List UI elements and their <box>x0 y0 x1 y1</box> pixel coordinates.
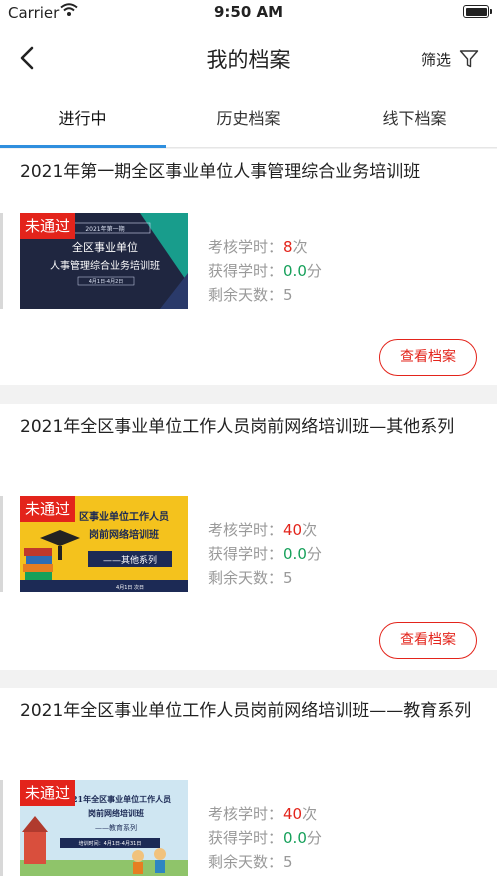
list-item: 2021年第一期全区事业单位人事管理综合业务培训班 2021年第一期 全区事业单… <box>0 149 497 385</box>
status-bar: Carrier 9:50 AM <box>0 0 497 26</box>
earned-hours-value: 0.0 <box>283 545 307 563</box>
earned-hours-unit: 分 <box>306 829 322 847</box>
remaining-days-label: 剩余天数： <box>208 853 284 871</box>
archive-list[interactable]: 2021年第一期全区事业单位人事管理综合业务培训班 2021年第一期 全区事业单… <box>0 149 497 883</box>
required-hours-label: 考核学时： <box>208 805 284 823</box>
clock: 9:50 AM <box>213 3 284 21</box>
view-archive-button[interactable]: 查看档案 <box>379 622 477 659</box>
required-hours-unit: 次 <box>292 238 308 256</box>
tab-bar: 进行中 历史档案 线下档案 <box>0 90 497 148</box>
filter-button[interactable]: 筛选 <box>421 46 479 72</box>
status-badge: 未通过 <box>20 496 76 522</box>
course-title: 2021年全区事业单位工作人员岗前网络培训班—其他系列 <box>20 417 455 437</box>
required-hours-value: 40 <box>283 521 303 539</box>
course-title: 2021年第一期全区事业单位人事管理综合业务培训班 <box>20 162 421 182</box>
thumb-line: ——其他系列 <box>103 554 157 566</box>
earned-hours-label: 获得学时： <box>208 545 284 563</box>
earned-hours-unit: 分 <box>306 545 322 563</box>
thumb-line: 2021年全区事业单位工作人员 <box>61 794 171 804</box>
course-thumbnail[interactable]: 区事业单位工作人员 岗前网络培训班 ——其他系列 4月1日 次日 未通过 <box>20 496 188 592</box>
status-badge: 未通过 <box>20 213 76 239</box>
required-hours-value: 40 <box>283 805 303 823</box>
remaining-days-label: 剩余天数： <box>208 286 284 304</box>
course-thumbnail[interactable]: 2021年全区事业单位工作人员 岗前网络培训班 ——教育系列 培训时间：4月1日… <box>20 780 188 876</box>
study-stats: 考核学时：40次 获得学时：0.0分 剩余天数：5 <box>208 802 322 874</box>
view-archive-button[interactable]: 查看档案 <box>379 339 477 376</box>
remaining-days-value: 5 <box>283 286 293 304</box>
thumb-line: 全区事业单位 <box>72 240 138 254</box>
divider <box>0 213 3 309</box>
thumb-line: ——教育系列 <box>95 823 137 832</box>
list-item: 2021年全区事业单位工作人员岗前网络培训班——教育系列 2021年全区事业单位… <box>0 688 497 883</box>
required-hours-unit: 次 <box>302 805 318 823</box>
tab-history[interactable]: 历史档案 <box>166 90 331 148</box>
filter-label: 筛选 <box>420 50 451 69</box>
divider <box>0 496 3 592</box>
thumb-line: 区事业单位工作人员 <box>79 510 169 523</box>
thumb-line: 人事管理综合业务培训班 <box>50 259 160 272</box>
thumb-line: 培训时间：4月1日-4月31日 <box>79 840 142 847</box>
earned-hours-label: 获得学时： <box>208 829 284 847</box>
study-stats: 考核学时：40次 获得学时：0.0分 剩余天数：5 <box>208 518 322 590</box>
battery-icon <box>463 5 492 18</box>
list-item: 2021年全区事业单位工作人员岗前网络培训班—其他系列 区事业单位工作人员 岗前… <box>0 404 497 670</box>
thumb-line: 2021年第一期 <box>85 225 124 233</box>
earned-hours-unit: 分 <box>306 262 322 280</box>
active-tab-indicator <box>0 145 166 148</box>
navigation-bar: 我的档案 筛选 <box>0 26 497 90</box>
earned-hours-label: 获得学时： <box>208 262 284 280</box>
earned-hours-value: 0.0 <box>283 829 307 847</box>
thumb-line: 4月1日-4月2日 <box>89 279 124 285</box>
required-hours-label: 考核学时： <box>208 238 284 256</box>
funnel-icon <box>459 50 479 68</box>
required-hours-value: 8 <box>283 238 293 256</box>
divider <box>0 780 3 876</box>
earned-hours-value: 0.0 <box>283 262 307 280</box>
course-thumbnail[interactable]: 2021年第一期 全区事业单位 人事管理综合业务培训班 4月1日-4月2日 未通… <box>20 213 188 309</box>
remaining-days-value: 5 <box>283 569 293 587</box>
status-badge: 未通过 <box>20 780 76 806</box>
required-hours-label: 考核学时： <box>208 521 284 539</box>
thumb-line: 岗前网络培训班 <box>89 528 159 541</box>
course-title: 2021年全区事业单位工作人员岗前网络培训班——教育系列 <box>20 701 472 721</box>
thumb-line: 4月1日 次日 <box>116 584 144 591</box>
tab-offline[interactable]: 线下档案 <box>332 90 497 148</box>
required-hours-unit: 次 <box>302 521 318 539</box>
thumb-line: 岗前网络培训班 <box>88 808 144 818</box>
study-stats: 考核学时：8次 获得学时：0.0分 剩余天数：5 <box>208 235 322 307</box>
tab-in-progress[interactable]: 进行中 <box>0 90 165 148</box>
remaining-days-label: 剩余天数： <box>208 569 284 587</box>
remaining-days-value: 5 <box>283 853 293 871</box>
